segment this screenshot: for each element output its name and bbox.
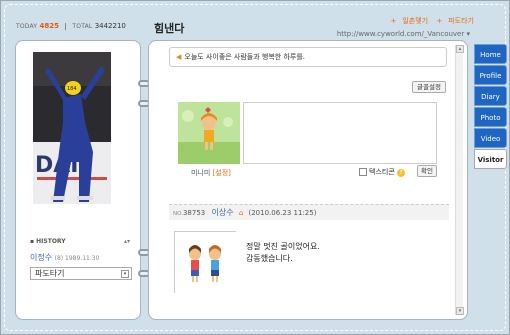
post-author[interactable]: 이상수 <box>211 208 233 217</box>
minimi-label: 미니미 <box>191 169 211 177</box>
post-header: NO.38753 이상수 ⌂ (2010.06.23 11:25) <box>169 204 449 220</box>
history-label: HISTORY <box>36 238 66 245</box>
svg-text:184: 184 <box>67 86 77 92</box>
scrollbar[interactable]: ▴ ▾ <box>455 45 464 315</box>
motto-box: ◀ 오늘도 사이좋은 사람들과 행복한 하루를. <box>169 47 447 67</box>
speaker-icon: ◀ <box>176 53 182 61</box>
profile-panel: DAI 184 ▪ HISTORY ▴▾ 이정수 (8) 1989.11.30 … <box>15 40 141 320</box>
tab-photo[interactable]: Photo <box>474 107 507 127</box>
tab-visitor[interactable]: Visitor <box>474 149 507 169</box>
today-label: TODAY <box>16 23 38 30</box>
scroll-up-icon[interactable]: ▴ <box>456 45 464 53</box>
menu-tabs: Home Profile Diary Photo Video Visitor <box>474 44 507 170</box>
profile-photo: DAI 184 <box>33 52 111 204</box>
history-header: ▪ HISTORY ▴▾ <box>30 238 130 245</box>
post-number-label: NO. <box>173 211 183 217</box>
confirm-button[interactable]: 확인 <box>417 165 437 177</box>
scroll-down-icon[interactable]: ▾ <box>456 307 464 315</box>
wave-select-value: 파도타기 <box>35 269 65 278</box>
profile-name-row: 이정수 (8) 1989.11.30 <box>30 252 99 263</box>
history-toggle-icon[interactable]: ▴▾ <box>124 238 130 245</box>
emoticon-label: 텍스티콘 <box>369 168 395 176</box>
homepage-url[interactable]: http://www.cyworld.com/_Vancouver ▾ <box>337 30 470 38</box>
tab-diary[interactable]: Diary <box>474 86 507 106</box>
tab-home[interactable]: Home <box>474 44 507 64</box>
motto-text: 오늘도 사이좋은 사람들과 행복한 하루를. <box>184 53 305 61</box>
emoticon-checkbox[interactable] <box>359 168 367 176</box>
post-line-1: 정말 멋진 골이었어요. <box>246 242 320 251</box>
total-count: 3442210 <box>94 22 126 30</box>
visit-counter: TODAY 4825 TOTAL 3442210 <box>16 22 136 40</box>
counter-divider <box>65 22 67 30</box>
post-minimi-image <box>174 231 237 294</box>
post-number: 38753 <box>182 209 206 217</box>
wave-select[interactable]: 파도타기 ▾ <box>30 267 132 280</box>
minimi-image <box>178 102 240 164</box>
emoticon-option: 텍스티콘? <box>359 167 405 177</box>
tab-profile[interactable]: Profile <box>474 65 507 85</box>
select-chevron-icon: ▾ <box>121 270 129 278</box>
today-count: 4825 <box>39 22 59 30</box>
tab-video[interactable]: Video <box>474 128 507 148</box>
dropdown-arrow-icon: ▾ <box>466 30 470 38</box>
post-body: 정말 멋진 골이었어요. 감동했습니다. <box>246 241 320 265</box>
post-line-2: 감동했습니다. <box>246 254 293 263</box>
guestbook-write-area: 미니미 [설정] 텍스티콘? 확인 <box>169 99 439 179</box>
total-label: TOTAL <box>72 23 93 30</box>
font-settings-button[interactable]: 글꼴설정 <box>412 81 446 93</box>
guestbook-panel: ◀오늘도 사이좋은 사람들과 행복한 하루를. 글꼴설정 미니미 [설정] 텍 <box>148 40 468 320</box>
guestbook-textarea[interactable] <box>243 102 437 164</box>
minihompy-house-icon[interactable]: ⌂ <box>239 209 243 217</box>
post-datetime: (2010.06.23 11:25) <box>248 209 317 217</box>
help-icon[interactable]: ? <box>396 169 405 177</box>
minimi-label-row: 미니미 [설정] <box>191 168 231 178</box>
page-title: 힘낸다 <box>154 22 185 35</box>
top-links: + 일촌맺기 + 파도타기 <box>384 16 474 26</box>
minimi-settings-link[interactable]: [설정] <box>213 169 231 177</box>
profile-name[interactable]: 이정수 <box>30 253 52 262</box>
ilchon-link[interactable]: + 일촌맺기 <box>390 17 428 25</box>
wave-link[interactable]: + 파도타기 <box>436 17 474 25</box>
profile-meta: (8) 1989.11.30 <box>54 255 100 262</box>
